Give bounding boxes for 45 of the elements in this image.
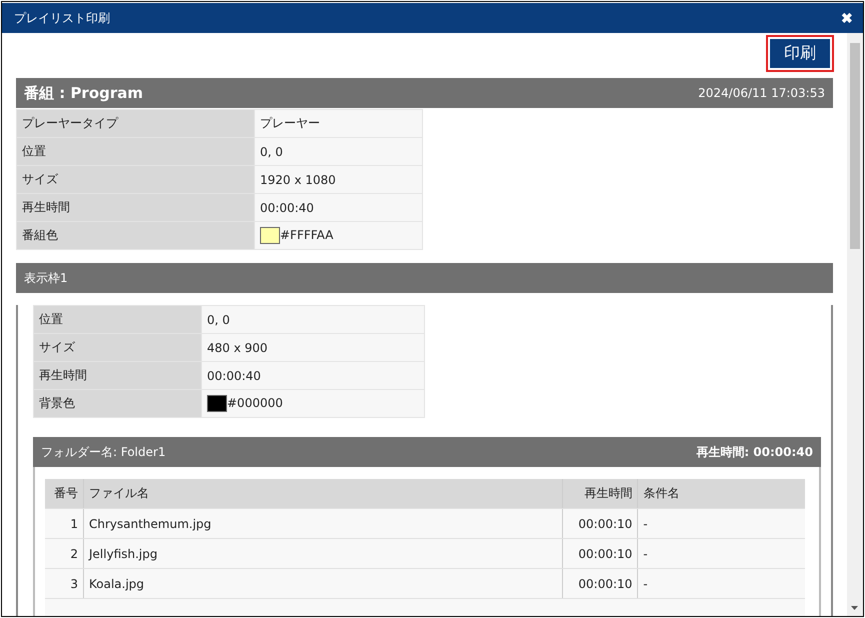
property-value: プレーヤー [254, 110, 422, 138]
folder-duration: 再生時間: 00:00:40 [696, 444, 813, 460]
property-value: #FFFFAA [254, 222, 422, 250]
table-cell: Jellyfish.jpg [84, 538, 563, 568]
property-label: 再生時間 [16, 194, 254, 222]
column-header: 条件名 [638, 479, 805, 508]
property-label: プレーヤータイプ [16, 110, 254, 138]
table-cell: 00:00:10 [562, 538, 638, 568]
close-button[interactable]: ✖ [841, 10, 853, 26]
table-cell: - [638, 508, 805, 538]
table-cell: Chrysanthemum.jpg [84, 508, 563, 538]
frame-title: 表示枠1 [24, 270, 68, 286]
table-cell: - [638, 568, 805, 598]
folder-title: フォルダー名: Folder1 [41, 444, 166, 460]
table-cell: 00:00:10 [562, 568, 638, 598]
scrollbar[interactable] [847, 33, 863, 616]
table-cell: Koala.jpg [84, 568, 563, 598]
property-label: 位置 [16, 138, 254, 166]
property-value: 0, 0 [202, 306, 424, 334]
property-label: サイズ [16, 166, 254, 194]
table-cell: 2 [45, 538, 84, 568]
print-button[interactable]: 印刷 [768, 37, 832, 70]
property-label: 番組色 [16, 222, 254, 250]
table-cell: - [638, 538, 805, 568]
property-value: #000000 [202, 390, 424, 418]
scrollbar-thumb[interactable] [850, 43, 860, 249]
property-value: 00:00:40 [202, 362, 424, 390]
property-value: 1920 x 1080 [254, 166, 422, 194]
column-header: 再生時間 [562, 479, 638, 508]
table-cell: 00:00:10 [562, 508, 638, 538]
table-cell: 1 [45, 508, 84, 538]
scroll-down-icon[interactable] [851, 606, 858, 610]
column-header: ファイル名 [84, 479, 563, 508]
property-label: 再生時間 [34, 362, 202, 390]
property-value: 0, 0 [254, 138, 422, 166]
window-title: プレイリスト印刷 [14, 10, 110, 26]
timestamp: 2024/06/11 17:03:53 [698, 86, 825, 100]
program-title: 番組 : Program [24, 84, 144, 102]
property-value: 00:00:40 [254, 194, 422, 222]
property-label: サイズ [34, 334, 202, 362]
property-value: 480 x 900 [202, 334, 424, 362]
table-cell: 3 [45, 568, 84, 598]
column-header: 番号 [45, 479, 84, 508]
property-label: 位置 [34, 306, 202, 334]
property-label: 背景色 [34, 390, 202, 418]
